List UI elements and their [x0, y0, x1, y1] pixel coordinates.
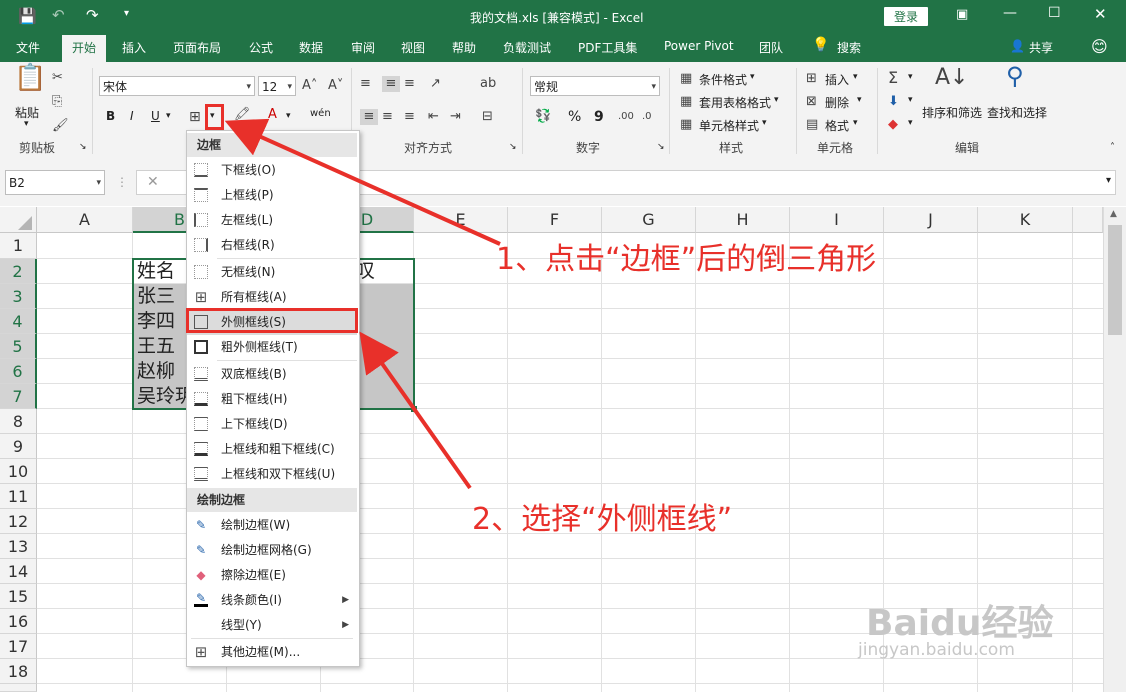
watermark-brand: Baidu经验: [866, 603, 1054, 644]
annotation-step-2: 2、选择“外侧框线”: [472, 502, 733, 537]
watermark-url: jingyan.baidu.com: [858, 640, 1015, 660]
annotation-step-1: 1、点击“边框”后的倒三角形: [496, 242, 877, 277]
annotation-arrows: [224, 118, 501, 490]
arrow-to-dropdown: [224, 118, 501, 246]
arrow-to-outside-borders: [359, 331, 472, 490]
